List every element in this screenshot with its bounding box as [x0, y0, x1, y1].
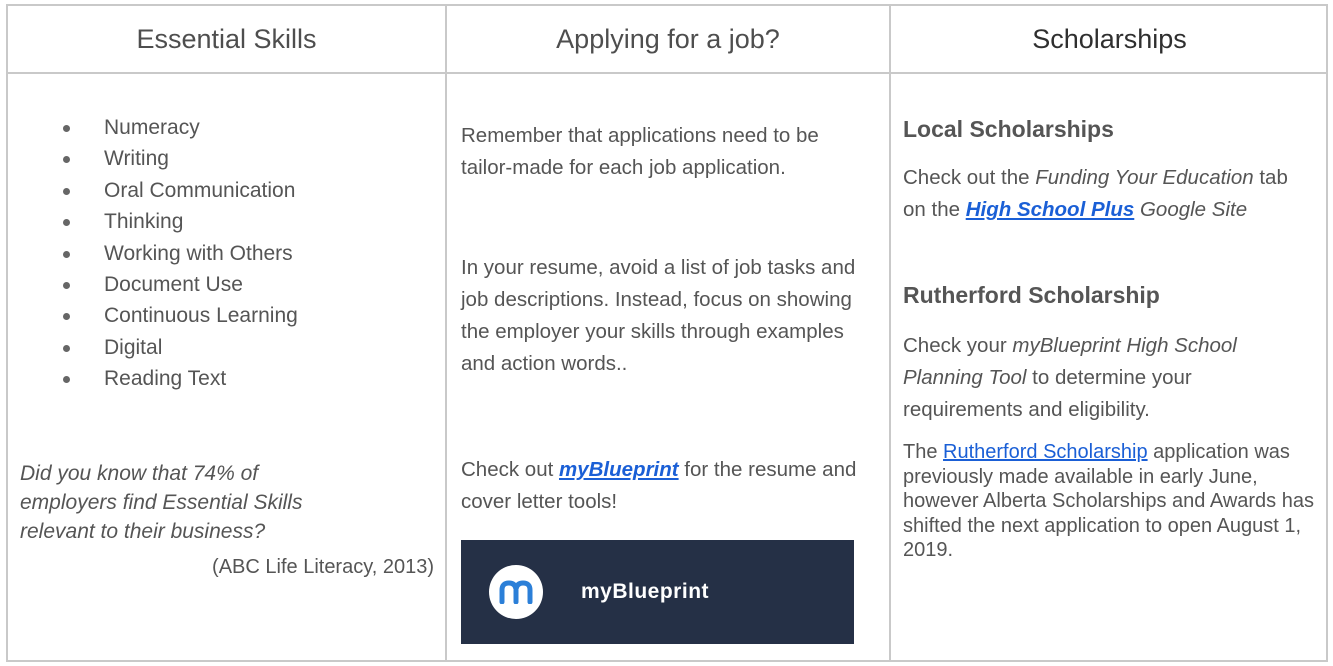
high-school-plus-link[interactable]: High School Plus	[966, 198, 1135, 221]
list-item: Continuous Learning	[46, 300, 298, 331]
list-item: Numeracy	[46, 112, 298, 143]
info-table: Essential Skills Applying for a job? Sch…	[6, 4, 1328, 662]
bullet-icon	[63, 282, 70, 290]
myblueprint-banner[interactable]: myBlueprint	[461, 540, 854, 644]
applying-job-column: Remember that applications need to be ta…	[447, 74, 889, 660]
list-item: Working with Others	[46, 238, 298, 269]
banner-brand-text: myBlueprint	[581, 580, 710, 603]
essential-skills-column: Numeracy Writing Oral Communication Thin…	[8, 74, 445, 660]
job-paragraph-tailor: Remember that applications need to be ta…	[461, 124, 819, 179]
local-scholarships-text: Check out the Funding Your Education tab…	[903, 166, 1288, 221]
list-item: Digital	[46, 332, 298, 363]
list-item: Writing	[46, 143, 298, 174]
bullet-icon	[63, 250, 70, 258]
bullet-icon	[63, 156, 70, 164]
header-applying-job: Applying for a job?	[556, 23, 780, 54]
rutherford-scholarship-link[interactable]: Rutherford Scholarship	[943, 441, 1148, 463]
fact-citation: (ABC Life Literacy, 2013)	[212, 556, 434, 578]
job-paragraph-resume: In your resume, avoid a list of job task…	[461, 256, 856, 375]
bullet-icon	[63, 313, 70, 321]
skills-fact: Did you know that 74% of employers find …	[20, 462, 303, 543]
bullet-icon	[63, 219, 70, 227]
bullet-icon	[63, 344, 70, 352]
list-item: Document Use	[46, 269, 298, 300]
m-logo-icon	[499, 580, 533, 604]
rutherford-application-text: The Rutherford Scholarship application w…	[903, 441, 1314, 561]
rutherford-check-text: Check your myBlueprint High School Plann…	[903, 334, 1237, 421]
myblueprint-link[interactable]: myBlueprint	[559, 458, 679, 481]
myblueprint-logo-icon	[489, 565, 543, 619]
list-item: Oral Communication	[46, 175, 298, 206]
bullet-icon	[63, 125, 70, 132]
rutherford-scholarship-title: Rutherford Scholarship	[903, 282, 1160, 308]
header-scholarships: Scholarships	[1032, 23, 1187, 54]
bullet-icon	[63, 187, 70, 195]
skills-list: Numeracy Writing Oral Communication Thin…	[46, 112, 298, 395]
bullet-icon	[63, 376, 70, 384]
scholarships-column: Local Scholarships Check out the Funding…	[891, 74, 1328, 660]
list-item: Thinking	[46, 206, 298, 237]
local-scholarships-title: Local Scholarships	[903, 116, 1114, 142]
job-paragraph-checkout: Check out myBlueprint for the resume and…	[461, 458, 857, 513]
header-essential-skills: Essential Skills	[136, 23, 317, 54]
list-item: Reading Text	[46, 363, 298, 394]
